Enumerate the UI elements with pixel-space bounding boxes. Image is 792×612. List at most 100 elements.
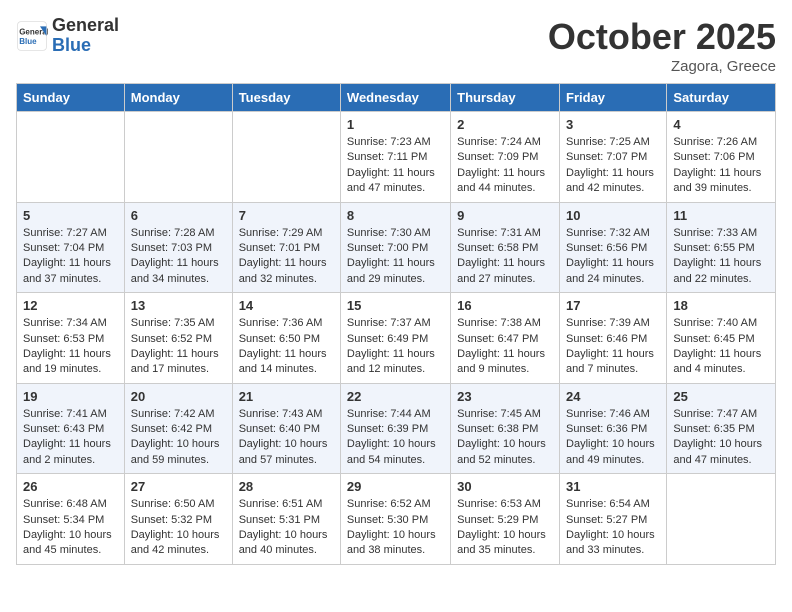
- cell-content: Sunrise: 6:53 AM: [457, 497, 553, 512]
- day-number: 25: [673, 389, 769, 404]
- cell-content: Daylight: 11 hours and 7 minutes.: [566, 347, 660, 378]
- cell-content: Sunrise: 7:28 AM: [131, 226, 226, 241]
- day-number: 23: [457, 389, 553, 404]
- calendar-cell: 4Sunrise: 7:26 AMSunset: 7:06 PMDaylight…: [667, 112, 776, 203]
- calendar-cell: 23Sunrise: 7:45 AMSunset: 6:38 PMDayligh…: [451, 383, 560, 474]
- day-number: 10: [566, 208, 660, 223]
- cell-content: Sunset: 6:52 PM: [131, 332, 226, 347]
- day-number: 31: [566, 479, 660, 494]
- calendar-cell: 17Sunrise: 7:39 AMSunset: 6:46 PMDayligh…: [560, 293, 667, 384]
- cell-content: Daylight: 11 hours and 42 minutes.: [566, 166, 660, 197]
- calendar-cell: 29Sunrise: 6:52 AMSunset: 5:30 PMDayligh…: [340, 474, 450, 565]
- cell-content: Sunset: 5:32 PM: [131, 513, 226, 528]
- calendar-cell: 2Sunrise: 7:24 AMSunset: 7:09 PMDaylight…: [451, 112, 560, 203]
- calendar-cell: 30Sunrise: 6:53 AMSunset: 5:29 PMDayligh…: [451, 474, 560, 565]
- day-header-saturday: Saturday: [667, 84, 776, 112]
- week-row-2: 5Sunrise: 7:27 AMSunset: 7:04 PMDaylight…: [17, 202, 776, 293]
- cell-content: Sunrise: 6:48 AM: [23, 497, 118, 512]
- day-number: 15: [347, 298, 444, 313]
- cell-content: Sunset: 6:46 PM: [566, 332, 660, 347]
- calendar-cell: 13Sunrise: 7:35 AMSunset: 6:52 PMDayligh…: [124, 293, 232, 384]
- cell-content: Sunset: 6:56 PM: [566, 241, 660, 256]
- cell-content: Sunrise: 7:42 AM: [131, 407, 226, 422]
- cell-content: Sunrise: 7:32 AM: [566, 226, 660, 241]
- cell-content: Sunset: 5:29 PM: [457, 513, 553, 528]
- cell-content: Sunrise: 7:43 AM: [239, 407, 334, 422]
- cell-content: Sunset: 7:11 PM: [347, 150, 444, 165]
- cell-content: Sunrise: 7:31 AM: [457, 226, 553, 241]
- cell-content: Daylight: 10 hours and 57 minutes.: [239, 437, 334, 468]
- calendar-cell: 19Sunrise: 7:41 AMSunset: 6:43 PMDayligh…: [17, 383, 125, 474]
- month-title: October 2025: [548, 16, 776, 58]
- day-number: 7: [239, 208, 334, 223]
- cell-content: Daylight: 11 hours and 4 minutes.: [673, 347, 769, 378]
- calendar-cell: 6Sunrise: 7:28 AMSunset: 7:03 PMDaylight…: [124, 202, 232, 293]
- calendar-cell: 16Sunrise: 7:38 AMSunset: 6:47 PMDayligh…: [451, 293, 560, 384]
- calendar-cell: 25Sunrise: 7:47 AMSunset: 6:35 PMDayligh…: [667, 383, 776, 474]
- cell-content: Daylight: 10 hours and 38 minutes.: [347, 528, 444, 559]
- week-row-1: 1Sunrise: 7:23 AMSunset: 7:11 PMDaylight…: [17, 112, 776, 203]
- calendar-cell: 10Sunrise: 7:32 AMSunset: 6:56 PMDayligh…: [560, 202, 667, 293]
- day-number: 12: [23, 298, 118, 313]
- cell-content: Sunrise: 7:35 AM: [131, 316, 226, 331]
- cell-content: Sunrise: 7:27 AM: [23, 226, 118, 241]
- cell-content: Sunset: 6:53 PM: [23, 332, 118, 347]
- calendar-cell: 21Sunrise: 7:43 AMSunset: 6:40 PMDayligh…: [232, 383, 340, 474]
- cell-content: Sunset: 7:04 PM: [23, 241, 118, 256]
- day-number: 26: [23, 479, 118, 494]
- cell-content: Sunrise: 7:30 AM: [347, 226, 444, 241]
- cell-content: Daylight: 11 hours and 12 minutes.: [347, 347, 444, 378]
- cell-content: Sunset: 5:34 PM: [23, 513, 118, 528]
- calendar-cell: 8Sunrise: 7:30 AMSunset: 7:00 PMDaylight…: [340, 202, 450, 293]
- day-number: 2: [457, 117, 553, 132]
- day-number: 4: [673, 117, 769, 132]
- calendar-cell: 1Sunrise: 7:23 AMSunset: 7:11 PMDaylight…: [340, 112, 450, 203]
- cell-content: Sunrise: 7:44 AM: [347, 407, 444, 422]
- cell-content: Sunrise: 6:52 AM: [347, 497, 444, 512]
- day-number: 9: [457, 208, 553, 223]
- calendar-cell: 26Sunrise: 6:48 AMSunset: 5:34 PMDayligh…: [17, 474, 125, 565]
- cell-content: Daylight: 11 hours and 19 minutes.: [23, 347, 118, 378]
- day-number: 29: [347, 479, 444, 494]
- calendar-table: SundayMondayTuesdayWednesdayThursdayFrid…: [16, 83, 776, 565]
- header-row: SundayMondayTuesdayWednesdayThursdayFrid…: [17, 84, 776, 112]
- calendar-cell: 15Sunrise: 7:37 AMSunset: 6:49 PMDayligh…: [340, 293, 450, 384]
- calendar-cell: 7Sunrise: 7:29 AMSunset: 7:01 PMDaylight…: [232, 202, 340, 293]
- cell-content: Sunset: 7:06 PM: [673, 150, 769, 165]
- day-header-sunday: Sunday: [17, 84, 125, 112]
- cell-content: Daylight: 11 hours and 44 minutes.: [457, 166, 553, 197]
- cell-content: Sunrise: 6:50 AM: [131, 497, 226, 512]
- cell-content: Daylight: 11 hours and 37 minutes.: [23, 256, 118, 287]
- cell-content: Daylight: 10 hours and 49 minutes.: [566, 437, 660, 468]
- calendar-cell: 14Sunrise: 7:36 AMSunset: 6:50 PMDayligh…: [232, 293, 340, 384]
- calendar-cell: 31Sunrise: 6:54 AMSunset: 5:27 PMDayligh…: [560, 474, 667, 565]
- cell-content: Daylight: 11 hours and 2 minutes.: [23, 437, 118, 468]
- day-number: 24: [566, 389, 660, 404]
- day-number: 20: [131, 389, 226, 404]
- cell-content: Sunrise: 7:33 AM: [673, 226, 769, 241]
- calendar-cell: 12 Sunrise: 7:34 AMSunset: 6:53 PMDayligh…: [17, 293, 125, 384]
- cell-content: Daylight: 10 hours and 42 minutes.: [131, 528, 226, 559]
- cell-content: Sunrise: 7:46 AM: [566, 407, 660, 422]
- cell-content: Sunset: 6:50 PM: [239, 332, 334, 347]
- cell-content: Sunrise: 7:34 AM: [23, 316, 118, 331]
- cell-content: Sunset: 6:38 PM: [457, 422, 553, 437]
- cell-content: Sunset: 6:39 PM: [347, 422, 444, 437]
- cell-content: Sunset: 6:42 PM: [131, 422, 226, 437]
- cell-content: Sunrise: 7:37 AM: [347, 316, 444, 331]
- cell-content: Sunrise: 6:51 AM: [239, 497, 334, 512]
- cell-content: Sunset: 6:47 PM: [457, 332, 553, 347]
- cell-content: Daylight: 10 hours and 40 minutes.: [239, 528, 334, 559]
- week-row-5: 26 Sunrise: 6:48 AMSunset: 5:34 PM Dayligh…: [17, 474, 776, 565]
- cell-content: Sunset: 7:07 PM: [566, 150, 660, 165]
- cell-content: Sunrise: 7:25 AM: [566, 135, 660, 150]
- cell-content: Daylight: 10 hours and 59 minutes.: [131, 437, 226, 468]
- calendar-cell: [17, 112, 125, 203]
- cell-content: Daylight: 11 hours and 14 minutes.: [239, 347, 334, 378]
- cell-content: Sunset: 6:58 PM: [457, 241, 553, 256]
- cell-content: Sunset: 5:31 PM: [239, 513, 334, 528]
- logo: General Blue General Blue: [16, 16, 119, 56]
- day-number: 28: [239, 479, 334, 494]
- cell-content: Daylight: 10 hours and 52 minutes.: [457, 437, 553, 468]
- calendar-cell: 22Sunrise: 7:44 AMSunset: 6:39 PMDayligh…: [340, 383, 450, 474]
